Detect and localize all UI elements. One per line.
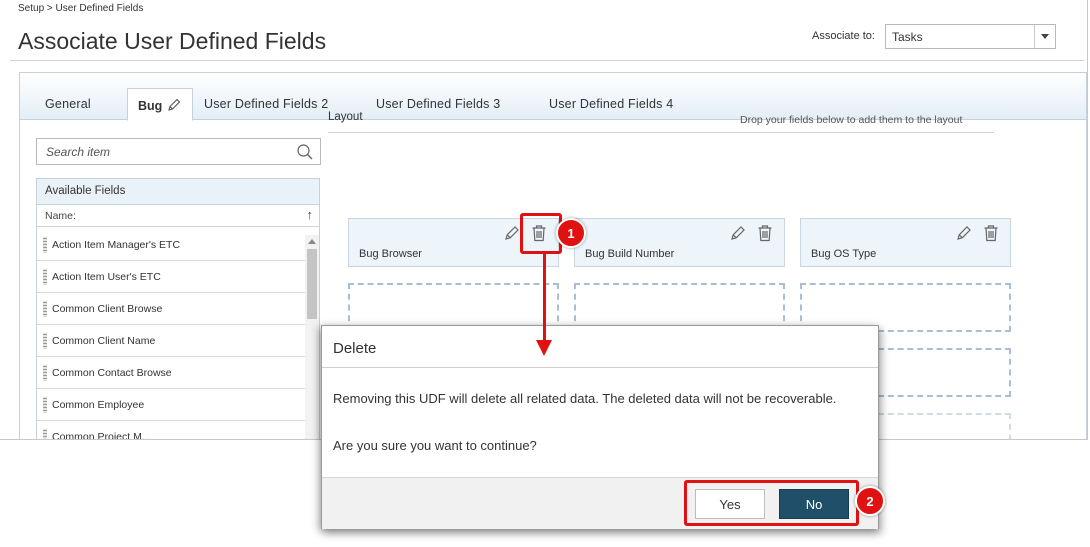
page-title: Associate User Defined Fields bbox=[18, 28, 327, 54]
tab-bug-label: Bug bbox=[138, 99, 163, 113]
sort-arrow-icon[interactable]: ↑ bbox=[307, 207, 314, 222]
available-fields-panel: Available Fields Name: ↑ Action Item Man… bbox=[36, 178, 320, 440]
list-item-label: Action Item Manager's ETC bbox=[52, 239, 181, 251]
scroll-up-icon[interactable] bbox=[308, 239, 316, 244]
step-badge-2: 2 bbox=[855, 486, 885, 516]
available-fields-title: Available Fields bbox=[37, 179, 319, 205]
layout-hint: Drop your fields below to add them to th… bbox=[740, 114, 963, 126]
chevron-down-icon[interactable] bbox=[1034, 25, 1055, 48]
card-label: Bug OS Type bbox=[811, 248, 877, 260]
list-item-label: Action Item User's ETC bbox=[52, 271, 161, 283]
list-item[interactable]: Common Client Browse bbox=[37, 293, 305, 325]
tab-udf-2[interactable]: User Defined Fields 2 bbox=[204, 97, 328, 111]
step-badge-1: 1 bbox=[556, 218, 586, 248]
breadcrumb[interactable]: Setup > User Defined Fields bbox=[18, 3, 143, 14]
drag-handle-icon[interactable] bbox=[43, 301, 47, 317]
list-item[interactable]: Common Employee bbox=[37, 389, 305, 421]
list-item[interactable]: Common Project M... bbox=[37, 421, 305, 440]
pencil-icon[interactable] bbox=[166, 97, 182, 118]
list-item-label: Common Employee bbox=[52, 399, 145, 411]
callout-arrow-head bbox=[536, 340, 552, 356]
associate-value: Tasks bbox=[892, 30, 923, 44]
tab-udf-4[interactable]: User Defined Fields 4 bbox=[549, 97, 673, 111]
highlight-buttons-box bbox=[684, 480, 859, 526]
layout-divider bbox=[328, 132, 994, 133]
list-item[interactable]: Action Item Manager's ETC bbox=[37, 229, 305, 261]
drag-handle-icon[interactable] bbox=[43, 365, 47, 381]
list-item[interactable]: Action Item User's ETC bbox=[37, 261, 305, 293]
layout-label: Layout bbox=[328, 111, 363, 123]
list-item-label: Common Client Name bbox=[52, 335, 156, 347]
dialog-message: Removing this UDF will delete all relate… bbox=[333, 391, 837, 406]
search-input[interactable]: Search item bbox=[36, 138, 321, 165]
list-item-label: Common Contact Browse bbox=[52, 367, 172, 379]
trash-icon[interactable] bbox=[983, 224, 999, 247]
list-item-label: Common Project M... bbox=[52, 431, 151, 440]
tab-general[interactable]: General bbox=[45, 97, 91, 111]
drag-handle-icon[interactable] bbox=[43, 237, 47, 253]
pencil-icon[interactable] bbox=[955, 224, 973, 247]
associate-label: Associate to: bbox=[812, 30, 875, 42]
field-list-scrollbar[interactable] bbox=[305, 235, 319, 439]
trash-icon[interactable] bbox=[757, 224, 773, 247]
associate-select[interactable]: Tasks bbox=[885, 24, 1056, 49]
drag-handle-icon[interactable] bbox=[43, 397, 47, 413]
dialog-divider bbox=[322, 367, 878, 368]
card-label: Bug Build Number bbox=[585, 248, 675, 260]
search-icon[interactable] bbox=[296, 143, 314, 164]
scrollbar-thumb[interactable] bbox=[307, 249, 317, 319]
tab-bar: General Bug User Defined Fields 2 User D… bbox=[20, 73, 1086, 121]
dialog-title: Delete bbox=[333, 340, 377, 357]
callout-arrow-line bbox=[543, 254, 546, 342]
layout-card-bug-build-number[interactable]: Bug Build Number bbox=[574, 218, 785, 267]
name-column-label: Name: bbox=[45, 210, 76, 222]
list-item[interactable]: Common Client Name bbox=[37, 325, 305, 357]
dialog-question: Are you sure you want to continue? bbox=[333, 438, 537, 453]
drag-handle-icon[interactable] bbox=[43, 333, 47, 349]
name-column-header[interactable]: Name: ↑ bbox=[37, 205, 319, 227]
page: Setup > User Defined Fields Associate Us… bbox=[0, 0, 1090, 547]
drag-handle-icon[interactable] bbox=[43, 429, 47, 439]
list-item[interactable]: Common Contact Browse bbox=[37, 357, 305, 389]
header-divider bbox=[10, 60, 1084, 61]
tab-udf-3[interactable]: User Defined Fields 3 bbox=[376, 97, 500, 111]
search-placeholder: Search item bbox=[46, 145, 111, 159]
list-item-label: Common Client Browse bbox=[52, 303, 163, 315]
card-label: Bug Browser bbox=[359, 248, 422, 260]
tab-bug[interactable]: Bug bbox=[127, 88, 193, 121]
drag-handle-icon[interactable] bbox=[43, 269, 47, 285]
field-list: Action Item Manager's ETC Action Item Us… bbox=[37, 229, 305, 440]
layout-card-bug-os-type[interactable]: Bug OS Type bbox=[800, 218, 1011, 267]
pencil-icon[interactable] bbox=[729, 224, 747, 247]
pencil-icon[interactable] bbox=[503, 224, 521, 247]
